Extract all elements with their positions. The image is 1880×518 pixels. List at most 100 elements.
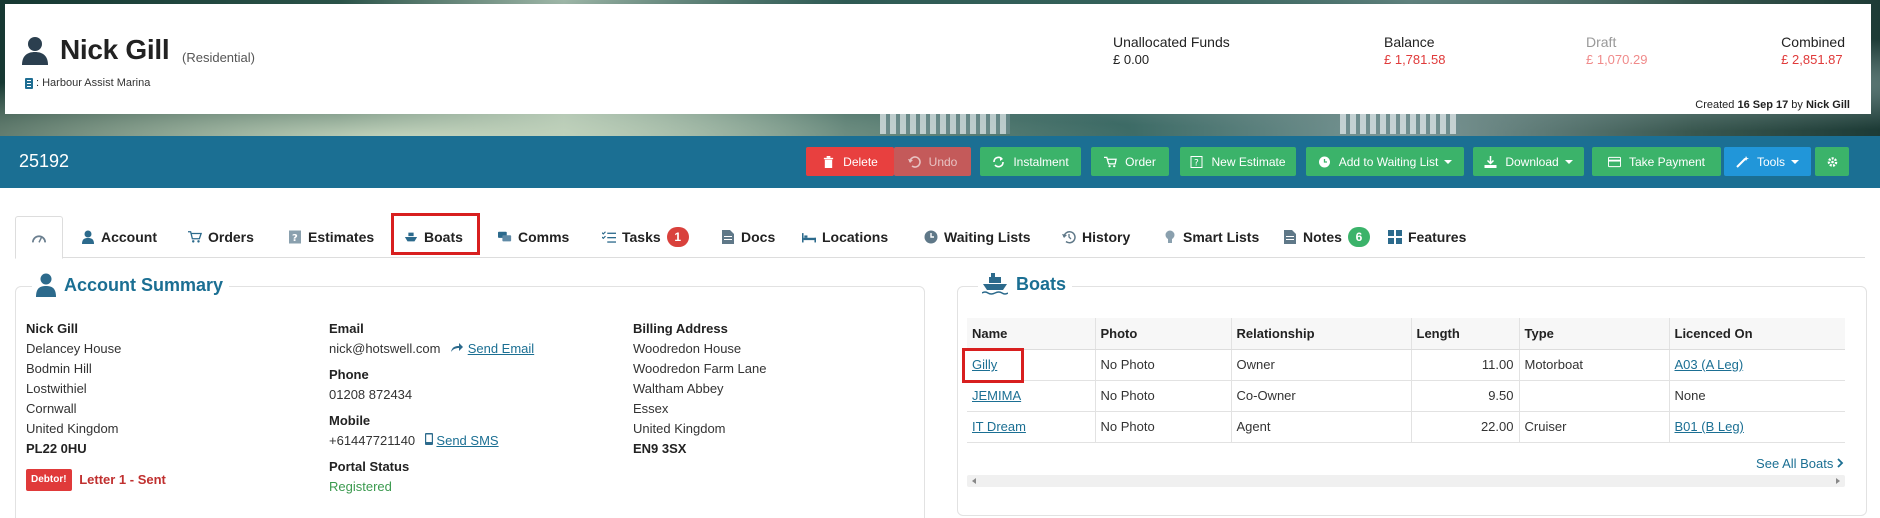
download-label: Download xyxy=(1505,154,1559,169)
billing-line: Woodredon House xyxy=(633,341,742,356)
boat-type-cell: Cruiser xyxy=(1519,411,1670,443)
tab-docs[interactable]: Docs xyxy=(721,216,775,258)
column-header-licenced-on[interactable]: Licenced On xyxy=(1669,318,1845,350)
boat-relationship-cell: Agent xyxy=(1231,411,1412,443)
tab-comms-label: Comms xyxy=(518,229,570,245)
bed-icon xyxy=(802,233,816,243)
tab-notes[interactable]: Notes 6 xyxy=(1283,216,1370,258)
instalment-button[interactable]: Instalment xyxy=(980,147,1081,176)
new-estimate-button[interactable]: ? New Estimate xyxy=(1180,147,1296,176)
column-header-name[interactable]: Name xyxy=(967,318,1096,350)
billing-line: Waltham Abbey xyxy=(633,381,724,396)
svg-text:?: ? xyxy=(292,233,298,244)
boat-name-link[interactable]: IT Dream xyxy=(972,419,1026,434)
email-label: Email xyxy=(329,321,364,336)
horizontal-scrollbar[interactable] xyxy=(967,475,1845,487)
send-email-link[interactable]: Send Email xyxy=(468,341,534,356)
person-icon xyxy=(82,230,94,244)
column-header-photo[interactable]: Photo xyxy=(1095,318,1232,350)
download-icon xyxy=(1484,155,1497,168)
tab-boats[interactable]: Boats xyxy=(404,216,463,258)
delete-button[interactable]: Delete xyxy=(806,147,894,176)
boats-panel-title: Boats xyxy=(978,273,1073,295)
table-row: JEMIMA No Photo Co-Owner 9.50 None xyxy=(967,380,1845,412)
draft: Draft £ 1,070.29 xyxy=(1586,34,1647,67)
boat-photo-cell: No Photo xyxy=(1095,411,1232,443)
billing-address-label: Billing Address xyxy=(633,321,728,336)
billing-address: Billing Address Woodredon House Woodredo… xyxy=(633,319,766,459)
tab-account-label: Account xyxy=(101,229,157,245)
scroll-right-icon[interactable] xyxy=(1836,478,1840,484)
licenced-on-link[interactable]: B01 (B Leg) xyxy=(1675,419,1744,434)
tab-notes-label: Notes xyxy=(1303,229,1342,245)
portal-status-value: Registered xyxy=(329,479,392,494)
tab-smart-lists[interactable]: Smart Lists xyxy=(1163,216,1259,258)
send-sms-link[interactable]: Send SMS xyxy=(436,433,498,448)
created-prefix: Created xyxy=(1695,99,1735,111)
unallocated-funds-value: £ 0.00 xyxy=(1113,52,1150,67)
estimate-icon: ? xyxy=(289,230,301,244)
combined: Combined £ 2,851.87 xyxy=(1781,34,1845,67)
order-label: Order xyxy=(1125,154,1156,169)
tab-tasks[interactable]: Tasks 1 xyxy=(602,216,689,258)
scroll-left-icon[interactable] xyxy=(972,478,976,484)
see-all-boats-label: See All Boats xyxy=(1756,456,1834,471)
site-line: : Harbour Assist Marina xyxy=(25,77,150,89)
grid-icon xyxy=(1388,230,1402,244)
svg-text:?: ? xyxy=(1194,158,1199,168)
tools-button[interactable]: Tools xyxy=(1724,147,1811,176)
boat-icon xyxy=(982,273,1008,295)
boats-panel: Boats Name Photo Relationship Length Typ… xyxy=(957,273,1867,516)
billing-line: United Kingdom xyxy=(633,421,726,436)
billing-postcode: EN9 3SX xyxy=(633,441,687,456)
magic-wand-icon xyxy=(1736,155,1749,168)
account-summary-title: Account Summary xyxy=(32,273,230,297)
column-header-length[interactable]: Length xyxy=(1411,318,1520,350)
tab-history[interactable]: History xyxy=(1062,216,1130,258)
column-header-type[interactable]: Type xyxy=(1519,318,1670,350)
clock-icon xyxy=(1318,156,1330,167)
address-line: United Kingdom xyxy=(26,421,119,436)
add-to-waiting-list-button[interactable]: Add to Waiting List xyxy=(1306,147,1464,176)
tab-features[interactable]: Features xyxy=(1388,216,1466,258)
created-author: Nick Gill xyxy=(1805,99,1850,111)
tab-estimates[interactable]: ? Estimates xyxy=(288,216,374,258)
boats-table: Name Photo Relationship Length Type Lice… xyxy=(967,318,1845,443)
billing-line: Essex xyxy=(633,401,669,416)
chevron-down-icon xyxy=(1444,159,1453,164)
boat-name-link[interactable]: JEMIMA xyxy=(972,388,1021,403)
note-icon xyxy=(1284,230,1296,244)
card-icon xyxy=(1607,156,1621,167)
billing-line: Woodredon Farm Lane xyxy=(633,361,767,376)
see-all-boats-link[interactable]: See All Boats xyxy=(1756,456,1844,471)
tab-features-label: Features xyxy=(1408,229,1467,245)
settings-button[interactable] xyxy=(1815,147,1849,176)
tab-dashboard[interactable] xyxy=(15,216,63,259)
undo-button[interactable]: Undo xyxy=(894,147,971,176)
boat-length-cell: 11.00 xyxy=(1411,349,1520,381)
created-by-label: by xyxy=(1791,99,1803,111)
account-summary-panel: Account Summary Nick Gill Delancey House… xyxy=(15,273,925,518)
tab-locations[interactable]: Locations xyxy=(802,216,888,258)
boats-panel-title-text: Boats xyxy=(1016,273,1067,294)
tab-orders[interactable]: Orders xyxy=(188,216,254,258)
dashboard-icon xyxy=(32,234,46,243)
order-button[interactable]: Order xyxy=(1091,147,1169,176)
boat-name-link[interactable]: Gilly xyxy=(972,357,997,372)
column-header-relationship[interactable]: Relationship xyxy=(1231,318,1412,350)
boat-type-cell xyxy=(1519,380,1670,412)
clock-icon xyxy=(924,230,938,244)
tab-account[interactable]: Account xyxy=(81,216,157,258)
tab-waiting-lists[interactable]: Waiting Lists xyxy=(924,216,1031,258)
notes-count-badge: 6 xyxy=(1347,227,1370,247)
trash-icon xyxy=(824,155,834,168)
balance-label: Balance xyxy=(1384,34,1435,50)
portal-status-label: Portal Status xyxy=(329,459,410,474)
licenced-on-link[interactable]: A03 (A Leg) xyxy=(1675,357,1744,372)
boat-length-cell: 22.00 xyxy=(1411,411,1520,443)
take-payment-button[interactable]: Take Payment xyxy=(1592,147,1721,176)
download-button[interactable]: Download xyxy=(1473,147,1584,176)
mobile-value: +61447721140 xyxy=(329,433,416,448)
tab-comms[interactable]: Comms xyxy=(498,216,569,258)
lightbulb-icon xyxy=(1165,230,1175,243)
